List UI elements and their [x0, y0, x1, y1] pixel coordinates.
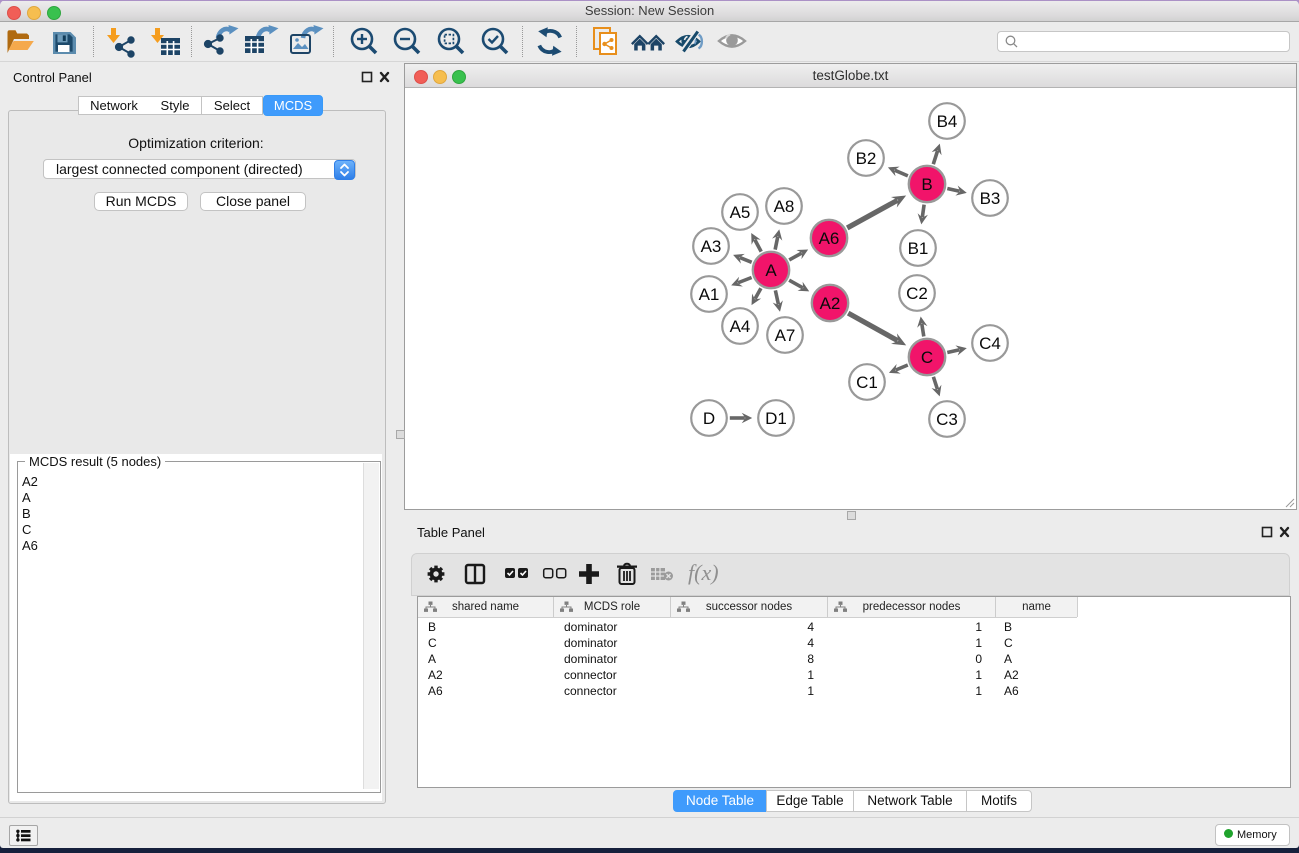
svg-text:C2: C2: [906, 284, 928, 303]
svg-text:A4: A4: [730, 317, 751, 336]
svg-text:A8: A8: [774, 197, 795, 216]
svg-text:B3: B3: [980, 189, 1001, 208]
svg-text:C1: C1: [856, 373, 878, 392]
svg-text:A7: A7: [775, 326, 796, 345]
svg-text:D1: D1: [765, 409, 787, 428]
svg-text:D: D: [703, 409, 715, 428]
svg-text:A6: A6: [819, 229, 840, 248]
svg-text:C: C: [921, 348, 933, 367]
svg-text:C3: C3: [936, 410, 958, 429]
svg-text:B4: B4: [937, 112, 958, 131]
svg-text:A5: A5: [730, 203, 751, 222]
svg-text:C4: C4: [979, 334, 1001, 353]
svg-text:A3: A3: [701, 237, 722, 256]
svg-text:B: B: [921, 175, 932, 194]
svg-text:A2: A2: [820, 294, 841, 313]
svg-text:B2: B2: [856, 149, 877, 168]
svg-text:A1: A1: [699, 285, 720, 304]
svg-text:B1: B1: [908, 239, 929, 258]
svg-text:A: A: [765, 261, 777, 280]
